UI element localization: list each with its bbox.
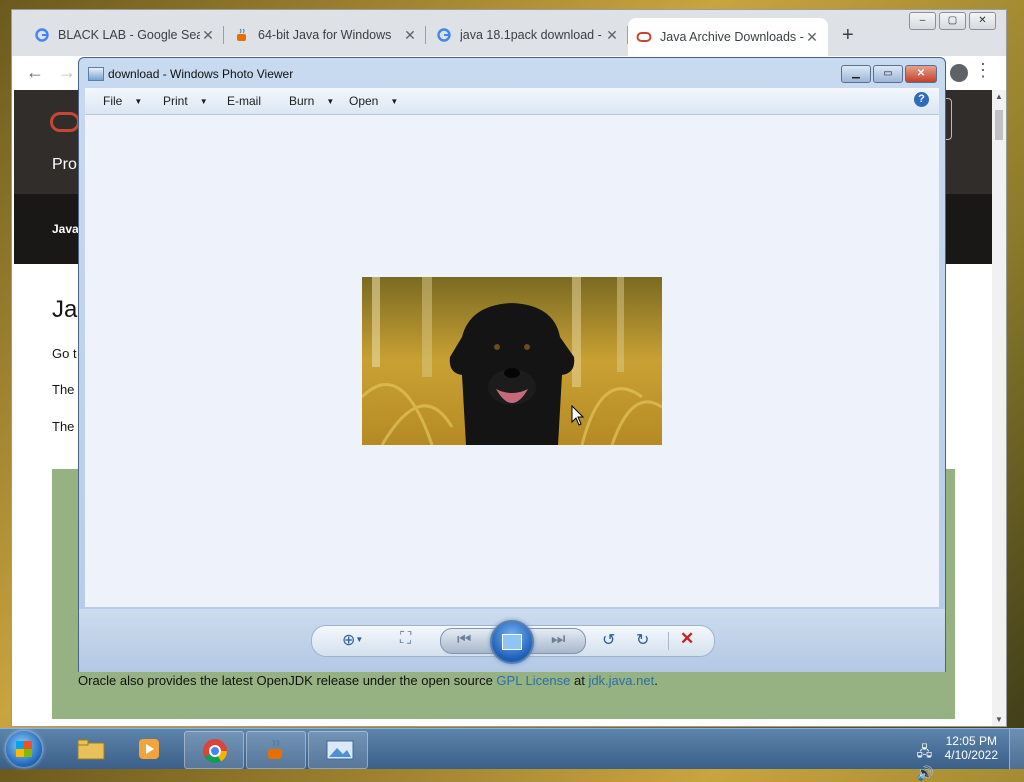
oracle-logo[interactable]	[50, 112, 80, 132]
google-icon	[34, 27, 50, 43]
rotate-counterclockwise-icon[interactable]: ↺	[602, 630, 615, 650]
start-button[interactable]	[6, 731, 42, 767]
tab-label: Java Archive Downloads -	[660, 30, 804, 44]
zoom-icon[interactable]: ⊕▼	[342, 630, 363, 650]
actual-size-icon[interactable]: ⛶	[400, 630, 411, 648]
menu-label: File	[103, 94, 123, 108]
burn-menu[interactable]: Burn ▼	[289, 94, 334, 108]
photo-viewer-button[interactable]	[308, 731, 368, 769]
previous-icon[interactable]: ⏮	[457, 631, 471, 649]
paragraph-2: The	[52, 382, 75, 397]
photo-viewer-controls: ⊕▼ ⛶ ⏮ ⏭ ↺ ↻ ✕	[79, 609, 945, 672]
close-tab-icon[interactable]: ✕	[200, 27, 216, 44]
menu-icon[interactable]: ⋮	[974, 60, 992, 81]
tab-strip: BLACK LAB - Google Sear ✕ 64-bit Java fo…	[12, 10, 1006, 56]
chevron-down-icon: ▼	[199, 97, 208, 106]
image-canvas	[85, 115, 939, 607]
slideshow-button[interactable]	[490, 620, 534, 664]
show-desktop-button[interactable]	[1009, 729, 1024, 769]
browser-window-controls: – ▢ ✕	[906, 12, 996, 30]
maximize-button[interactable]: ▭	[873, 65, 903, 83]
tab-black-lab[interactable]: BLACK LAB - Google Sear ✕	[26, 20, 224, 50]
menu-label: Open	[349, 94, 379, 108]
close-button[interactable]: ✕	[969, 12, 996, 30]
delete-icon[interactable]: ✕	[680, 629, 694, 649]
jdk-java-net-link[interactable]: jdk.java.net	[588, 673, 654, 688]
photo-viewer-window-controls: ▁ ▭ ✕	[841, 65, 937, 83]
paragraph-1: Go t	[52, 346, 77, 361]
openjdk-text-part: Oracle also provides the latest OpenJDK …	[78, 673, 497, 688]
print-menu[interactable]: Print ▼	[163, 94, 208, 108]
windows-logo-icon	[16, 741, 32, 757]
file-explorer-button[interactable]	[60, 731, 118, 767]
mouse-cursor-icon	[571, 404, 585, 430]
oracle-icon	[636, 29, 652, 45]
photo-viewer-window: download - Windows Photo Viewer ▁ ▭ ✕ Fi…	[78, 57, 946, 672]
chevron-down-icon: ▼	[134, 97, 143, 106]
java-nav-link[interactable]: Java	[52, 222, 79, 236]
media-player-button[interactable]	[120, 731, 178, 767]
java-icon	[264, 738, 288, 762]
photo-viewer-menubar: File ▼ Print ▼ E-mail Burn ▼ Open ▼ ?	[85, 88, 939, 115]
tab-label: 64-bit Java for Windows	[258, 28, 392, 42]
scroll-thumb[interactable]	[995, 110, 1003, 140]
minimize-button[interactable]: –	[909, 12, 936, 30]
close-button[interactable]: ✕	[905, 65, 937, 83]
chrome-icon	[202, 738, 227, 764]
photo-viewer-icon	[326, 738, 354, 762]
rotate-clockwise-icon[interactable]: ↻	[636, 630, 649, 650]
photo-viewer-app-icon	[88, 67, 104, 81]
google-icon	[436, 27, 452, 43]
divider	[668, 632, 669, 650]
close-tab-icon[interactable]: ✕	[804, 29, 820, 46]
page-scrollbar[interactable]: ▲ ▼	[992, 90, 1006, 726]
profile-icon[interactable]	[950, 64, 968, 82]
products-menu[interactable]: Pro	[52, 156, 77, 174]
maximize-button[interactable]: ▢	[939, 12, 966, 30]
dog-photo	[362, 277, 662, 445]
help-icon[interactable]: ?	[914, 92, 929, 107]
tab-label: BLACK LAB - Google Sear	[58, 28, 200, 42]
openjdk-text: Oracle also provides the latest OpenJDK …	[78, 673, 658, 688]
slideshow-icon	[502, 634, 522, 650]
network-volume-icons[interactable]: 🖧 🔊	[917, 741, 934, 782]
close-tab-icon[interactable]: ✕	[402, 27, 418, 44]
taskbar: 🖧 🔊 12:05 PM 4/10/2022	[0, 728, 1024, 781]
clock[interactable]: 12:05 PM 4/10/2022	[945, 734, 998, 762]
gpl-license-link[interactable]: GPL License	[496, 673, 570, 688]
page-heading: Ja	[52, 296, 78, 323]
chrome-button[interactable]	[184, 731, 244, 769]
back-icon[interactable]: ←	[26, 62, 44, 83]
tab-java-archive[interactable]: Java Archive Downloads - ✕	[628, 18, 828, 56]
java-icon	[234, 27, 250, 43]
media-player-icon	[137, 737, 161, 761]
controls-bar: ⊕▼ ⛶ ⏮ ⏭ ↺ ↻ ✕	[311, 620, 715, 664]
window-title: download - Windows Photo Viewer	[108, 67, 294, 81]
close-tab-icon[interactable]: ✕	[604, 27, 620, 44]
email-menu[interactable]: E-mail	[227, 94, 261, 108]
menu-label: Burn	[289, 94, 315, 108]
scroll-up-icon[interactable]: ▲	[995, 92, 1003, 101]
date: 4/10/2022	[944, 748, 998, 762]
photo-viewer-titlebar[interactable]: download - Windows Photo Viewer ▁ ▭ ✕	[79, 58, 945, 88]
chevron-down-icon: ▼	[390, 97, 399, 106]
tab-64bit-java[interactable]: 64-bit Java for Windows ✕	[226, 20, 426, 50]
minimize-button[interactable]: ▁	[841, 65, 871, 83]
file-menu[interactable]: File ▼	[103, 94, 142, 108]
time: 12:05 PM	[945, 734, 997, 748]
forward-icon[interactable]: →	[58, 62, 76, 83]
open-menu[interactable]: Open ▼	[349, 94, 398, 108]
scroll-down-icon[interactable]: ▼	[995, 715, 1003, 724]
file-explorer-icon	[77, 737, 105, 761]
next-icon[interactable]: ⏭	[551, 631, 565, 649]
openjdk-text-part: at	[570, 673, 589, 688]
java-button[interactable]	[246, 731, 306, 769]
openjdk-text-part: .	[654, 673, 658, 688]
new-tab-button[interactable]: +	[842, 24, 854, 47]
chevron-down-icon: ▼	[326, 97, 335, 106]
tab-label: java 18.1pack download -	[460, 28, 602, 42]
menu-label: Print	[163, 94, 188, 108]
paragraph-3: The	[52, 419, 75, 434]
tab-java-download[interactable]: java 18.1pack download - ✕	[428, 20, 628, 50]
